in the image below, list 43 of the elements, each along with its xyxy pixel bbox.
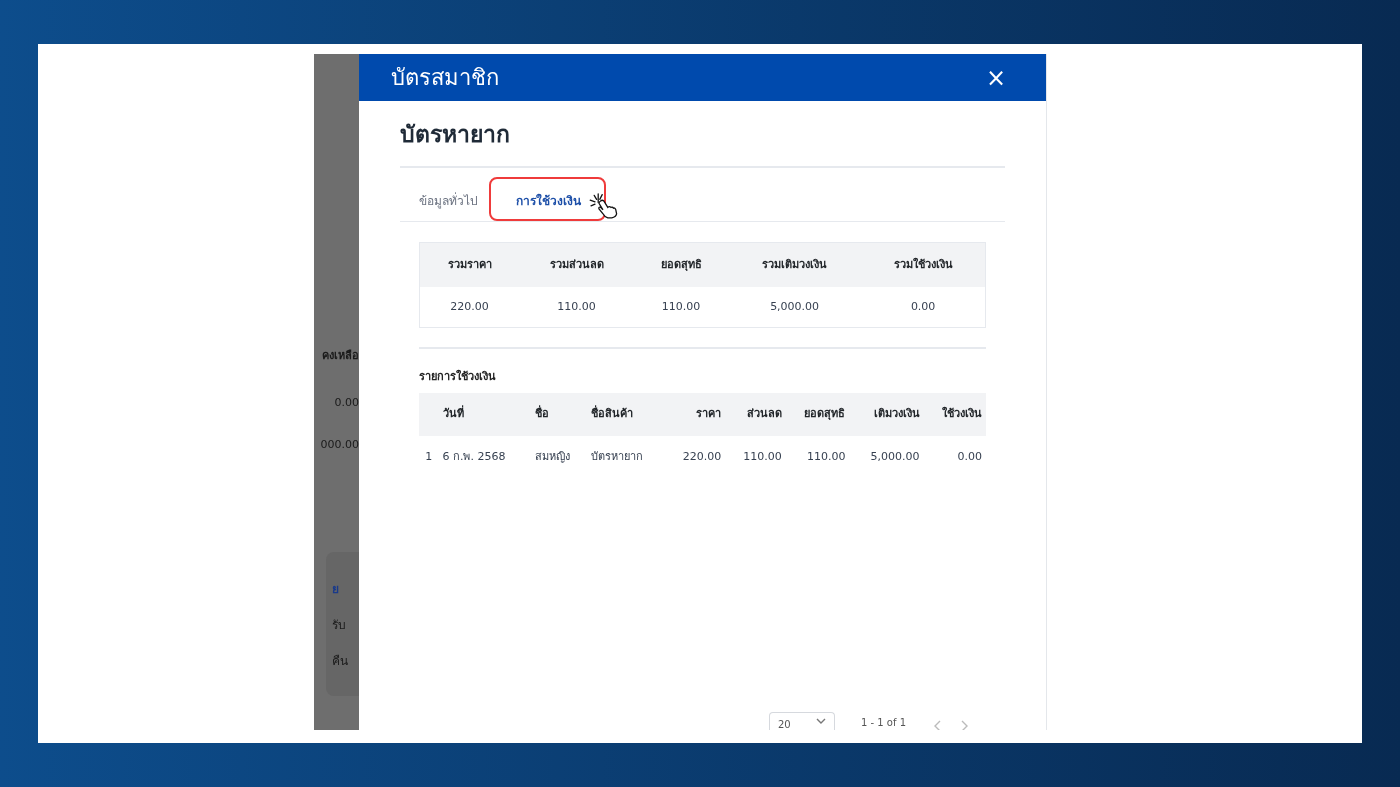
column-header: ชื่อ <box>530 393 587 436</box>
table-cell: สมหญิง <box>530 436 587 478</box>
page-size-select[interactable]: 20 <box>769 712 835 730</box>
table-cell: 0.00 <box>923 436 986 478</box>
table-cell: 110.00 <box>785 436 850 478</box>
column-header: ส่วนลด <box>725 393 786 436</box>
card-name: บัตรหายาก <box>400 120 511 149</box>
table-cell: 6 ก.พ. 2568 <box>438 436 531 478</box>
table-cell: 220.00 <box>664 436 726 478</box>
tab[interactable]: ข้อมูลทั่วไป <box>400 187 497 219</box>
column-header: ราคา <box>664 393 726 436</box>
table-cell: 0.00 <box>334 394 359 411</box>
table-cell: 5,000.00 <box>849 436 924 478</box>
column-header: ชื่อสินค้า <box>586 393 665 436</box>
pointer-hand-icon <box>587 190 619 219</box>
column-header: คงเหลือ <box>322 348 359 364</box>
dropdown-icon <box>816 717 826 725</box>
column-header: รวมราคา <box>419 242 520 287</box>
column-header: รวมใช้วงเงิน <box>861 242 986 287</box>
table-cell: 1 <box>419 436 439 478</box>
close-button[interactable]: × <box>985 65 1006 90</box>
table-cell: บัตรหายาก <box>586 436 665 478</box>
page-range: 1 - 1 of 1 <box>861 716 907 730</box>
table-cell: 110.00 <box>634 287 728 327</box>
card-title: ย <box>332 580 340 598</box>
column-header: รวมเติมวงเงิน <box>728 242 862 287</box>
modal-title: บัตรสมาชิก <box>391 64 499 92</box>
column-header: ยอดสุทธิ <box>785 393 850 436</box>
tab[interactable]: การใช้วงเงิน <box>497 187 600 219</box>
card-text: รับ <box>332 616 347 634</box>
table-cell-text: 000.00 <box>320 437 359 453</box>
table-cell: 220.00 <box>419 287 520 327</box>
column-header: เติมวงเงิน <box>849 393 924 436</box>
column-header: วันที่ <box>438 393 531 436</box>
column-header: ยอดสุทธิ <box>634 242 728 287</box>
section-title: รายการใช้วงเงิน <box>419 368 497 385</box>
column-header: ใช้วงเงิน <box>923 393 986 436</box>
column-header: รวมส่วนลด <box>519 242 635 287</box>
table-cell: 5,000.00 <box>728 287 862 327</box>
table-cell: 110.00 <box>519 287 635 327</box>
table-cell: 0.00 <box>861 287 986 327</box>
table-cell: 110.00 <box>725 436 786 478</box>
card-text: คืน <box>332 652 349 670</box>
